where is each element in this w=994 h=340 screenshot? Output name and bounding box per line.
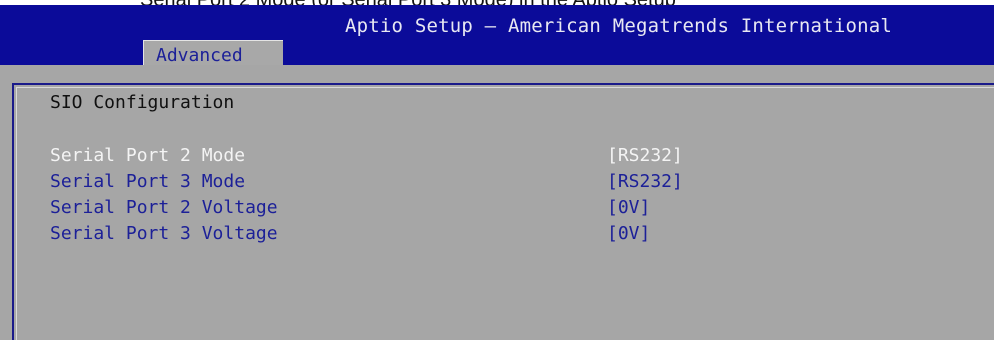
setting-label: Serial Port 2 Mode [50, 145, 246, 166]
settings-panel: SIO Configuration Serial Port 2 Mode [RS… [0, 65, 994, 340]
setting-label: Serial Port 3 Mode [50, 171, 246, 192]
setting-value[interactable]: [0V] [607, 197, 650, 218]
setting-row-serial-port-2-mode[interactable]: Serial Port 2 Mode [RS232] [50, 145, 750, 169]
section-title: SIO Configuration [50, 92, 235, 113]
setting-label: Serial Port 3 Voltage [50, 223, 278, 244]
bios-screen: Serial Port 2 Mode (or Serial Port 3 Mod… [0, 0, 994, 340]
setting-value[interactable]: [RS232] [607, 171, 683, 192]
tab-advanced-label: Advanced [156, 45, 243, 66]
setting-value[interactable]: [RS232] [607, 145, 683, 166]
setting-row-serial-port-3-mode[interactable]: Serial Port 3 Mode [RS232] [50, 171, 750, 195]
setting-row-serial-port-3-voltage[interactable]: Serial Port 3 Voltage [0V] [50, 223, 750, 247]
setting-row-serial-port-2-voltage[interactable]: Serial Port 2 Voltage [0V] [50, 197, 750, 221]
setting-label: Serial Port 2 Voltage [50, 197, 278, 218]
setup-title: Aptio Setup – American Megatrends Intern… [345, 15, 893, 37]
setup-header: Aptio Setup – American Megatrends Intern… [0, 5, 994, 70]
setting-value[interactable]: [0V] [607, 223, 650, 244]
